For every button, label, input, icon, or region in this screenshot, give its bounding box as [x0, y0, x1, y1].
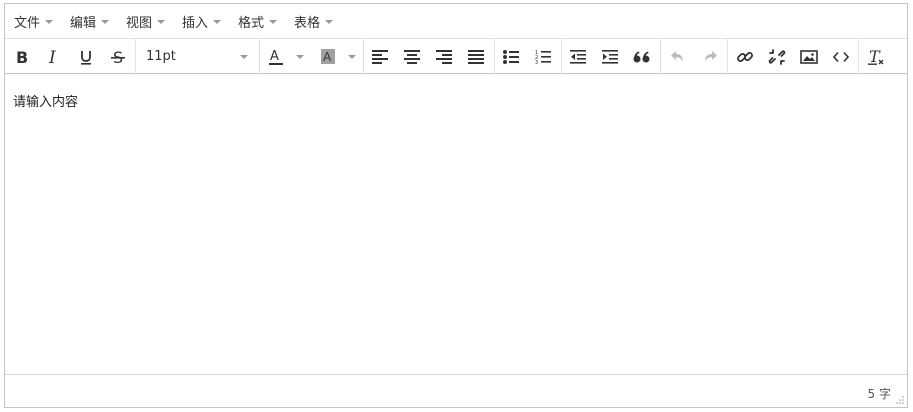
rich-text-editor: 文件 编辑 视图 插入 格式 表格 B I 11pt A A 1 2 3 T 请…: [4, 3, 908, 408]
align-center-icon: [404, 49, 420, 64]
italic-icon: I: [48, 49, 56, 65]
bullet-list-button[interactable]: [498, 39, 524, 74]
background-color-icon: A: [321, 48, 335, 64]
align-right-icon: [436, 49, 452, 64]
menu-table-label: 表格: [294, 15, 321, 31]
chevron-down-icon: [325, 19, 334, 24]
menu-view[interactable]: 视图: [126, 4, 166, 38]
undo-icon: [671, 50, 683, 62]
menu-format-label: 格式: [238, 15, 265, 31]
text-color-dropdown[interactable]: [291, 39, 309, 74]
bold-button[interactable]: B: [9, 39, 35, 74]
menu-insert[interactable]: 插入: [182, 4, 222, 38]
menu-table[interactable]: 表格: [294, 4, 334, 38]
bold-icon: B: [16, 49, 28, 65]
unlink-button[interactable]: [764, 39, 790, 74]
strikethrough-icon: S: [111, 49, 125, 65]
font-size-value: 11pt: [146, 49, 176, 64]
chevron-down-icon: [45, 19, 54, 24]
menu-edit-label: 编辑: [70, 15, 97, 31]
menu-edit[interactable]: 编辑: [70, 4, 110, 38]
chevron-down-icon: [101, 19, 110, 24]
align-right-button[interactable]: [431, 39, 457, 74]
undo-button[interactable]: [665, 39, 691, 74]
code-button[interactable]: [828, 39, 854, 74]
image-icon: [800, 49, 818, 64]
strikethrough-button[interactable]: S: [105, 39, 131, 74]
clear-format-button[interactable]: T: [863, 39, 889, 74]
numbered-list-icon: 1 2 3: [535, 50, 551, 65]
outdent-icon: [570, 49, 586, 64]
chevron-down-icon: [296, 54, 304, 59]
statusbar: 5 字: [5, 374, 907, 407]
svg-text:A: A: [323, 50, 332, 64]
resize-handle-icon[interactable]: [896, 396, 904, 404]
redo-button[interactable]: [697, 39, 723, 74]
toolbar: B I S 11pt: [5, 38, 907, 74]
menu-file-label: 文件: [14, 15, 41, 31]
svg-text:3: 3: [535, 60, 538, 65]
chevron-down-icon: [269, 19, 278, 24]
menubar: 文件 编辑 视图 插入 格式 表格: [5, 4, 907, 38]
svg-text:A: A: [270, 49, 279, 64]
image-button[interactable]: [796, 39, 822, 74]
svg-text:I: I: [48, 49, 56, 65]
word-count: 5 字: [867, 387, 891, 401]
chevron-down-icon: [213, 19, 222, 24]
align-left-button[interactable]: [367, 39, 393, 74]
code-icon: [833, 51, 849, 62]
text-color-button[interactable]: A: [263, 39, 289, 74]
unlink-icon: [768, 48, 786, 65]
indent-button[interactable]: [597, 39, 623, 74]
bullet-list-icon: [503, 49, 519, 64]
svg-text:B: B: [16, 49, 28, 65]
menu-format[interactable]: 格式: [238, 4, 278, 38]
redo-icon: [705, 50, 717, 62]
outdent-button[interactable]: [565, 39, 591, 74]
blockquote-icon: [633, 51, 650, 62]
text-color-icon: A: [269, 49, 283, 65]
link-icon: [737, 51, 753, 62]
content-placeholder-text[interactable]: 请输入内容: [13, 91, 78, 110]
chevron-down-icon: [240, 55, 248, 59]
italic-button[interactable]: I: [41, 39, 67, 74]
align-justify-button[interactable]: [463, 39, 489, 74]
menu-view-label: 视图: [126, 15, 153, 31]
menu-insert-label: 插入: [182, 15, 209, 31]
align-justify-icon: [468, 49, 484, 64]
clear-format-icon: T: [868, 48, 884, 66]
numbered-list-button[interactable]: 1 2 3: [530, 39, 556, 74]
background-color-button[interactable]: A: [315, 39, 341, 74]
align-left-icon: [372, 49, 388, 64]
font-size-select[interactable]: 11pt: [136, 39, 258, 74]
blockquote-button[interactable]: [629, 39, 655, 74]
chevron-down-icon: [157, 19, 166, 24]
editor-content[interactable]: 请输入内容: [5, 74, 907, 374]
menu-file[interactable]: 文件: [14, 4, 54, 38]
chevron-down-icon: [348, 54, 356, 59]
underline-icon: [81, 50, 91, 65]
link-button[interactable]: [732, 39, 758, 74]
indent-icon: [602, 49, 618, 64]
background-color-dropdown[interactable]: [343, 39, 361, 74]
underline-button[interactable]: [73, 39, 99, 74]
align-center-button[interactable]: [399, 39, 425, 74]
